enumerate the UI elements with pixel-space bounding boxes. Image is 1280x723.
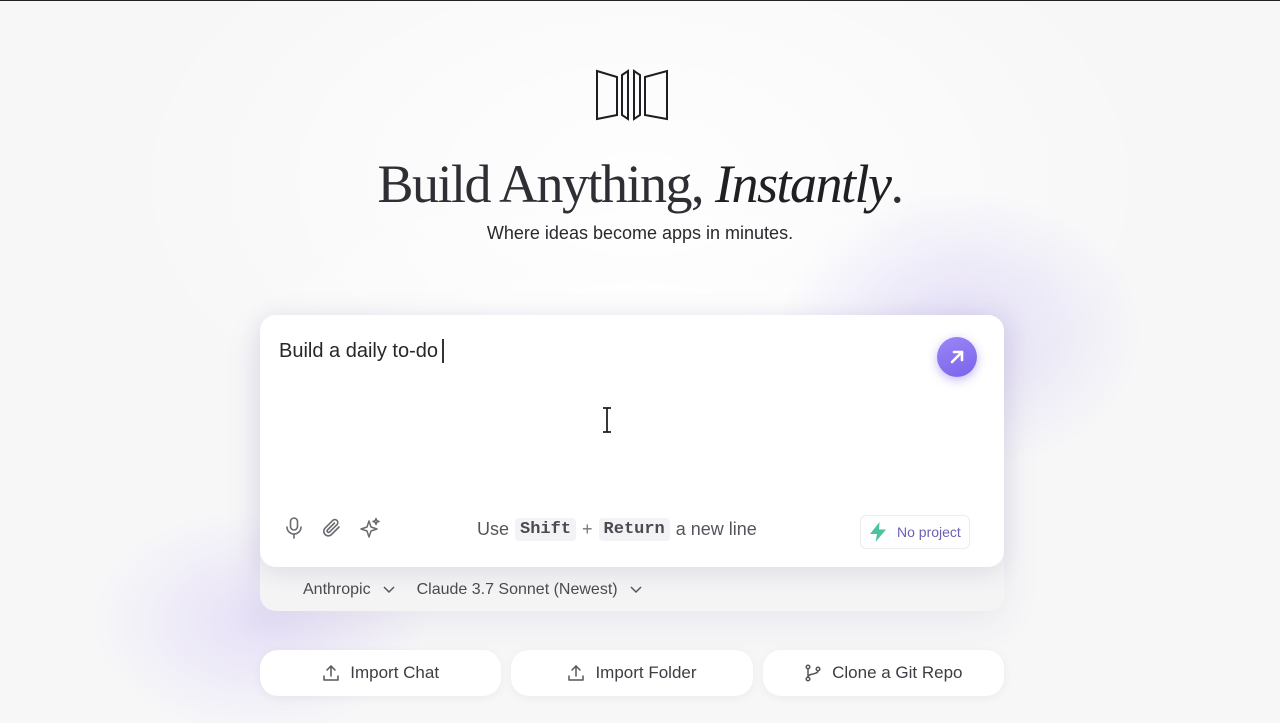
clone-git-repo-label: Clone a Git Repo [832,663,963,682]
sparkles-icon [360,517,380,538]
shift-key-label: Shift [515,518,577,541]
import-actions: Import Chat Import Folder Clone a Git Re… [260,650,1004,696]
arrow-up-right-icon [950,350,964,364]
upload-icon [323,665,339,681]
logo-icon [596,69,668,121]
hint-prefix: Use [477,519,510,539]
chevron-down-icon [383,586,395,594]
paperclip-icon [322,518,340,537]
page-title: Build Anything, Instantly. [0,151,1280,217]
upload-icon [568,665,585,681]
title-accent: Instantly [715,154,892,214]
model-select[interactable]: Claude 3.7 Sonnet (Newest) [417,581,642,599]
provider-select[interactable]: Anthropic [303,581,395,599]
model-value: Claude 3.7 Sonnet (Newest) [416,581,618,598]
clone-git-repo-button[interactable]: Clone a Git Repo [762,650,1004,696]
title-main: Build Anything, [377,154,704,214]
title-period: . [890,154,905,214]
composer-panel: Build a daily to-do Use Shift + Return a… [260,315,1004,611]
microphone-icon [286,517,302,539]
prompt-text: Build a daily to-do [279,339,438,362]
project-label: No project [897,524,961,540]
send-button[interactable] [937,337,977,377]
import-chat-label: Import Chat [350,663,440,682]
model-selectors: Anthropic Claude 3.7 Sonnet (Newest) [303,581,642,599]
enhance-prompt-button[interactable] [358,516,382,540]
prompt-textarea[interactable]: Build a daily to-do Use Shift + Return a… [260,315,1004,567]
text-caret [441,339,444,363]
git-branch-icon [805,664,821,682]
text-cursor-icon [603,407,611,433]
provider-value: Anthropic [303,581,371,598]
return-key-label: Return [598,518,670,541]
import-folder-label: Import Folder [595,663,697,682]
project-selector[interactable]: No project [860,515,970,549]
newline-hint: Use Shift + Return a new line [477,518,757,541]
attach-button[interactable] [320,516,344,540]
import-folder-button[interactable]: Import Folder [511,650,753,696]
hint-plus: + [582,519,593,539]
composer-tools [282,516,382,540]
chevron-down-icon [630,586,642,594]
hint-suffix: a new line [675,519,757,539]
import-chat-button[interactable]: Import Chat [260,650,502,696]
page-subtitle: Where ideas become apps in minutes. [486,223,794,243]
prompt-input-value[interactable]: Build a daily to-do [279,339,444,363]
bolt-icon [870,522,886,542]
microphone-button[interactable] [282,516,306,540]
